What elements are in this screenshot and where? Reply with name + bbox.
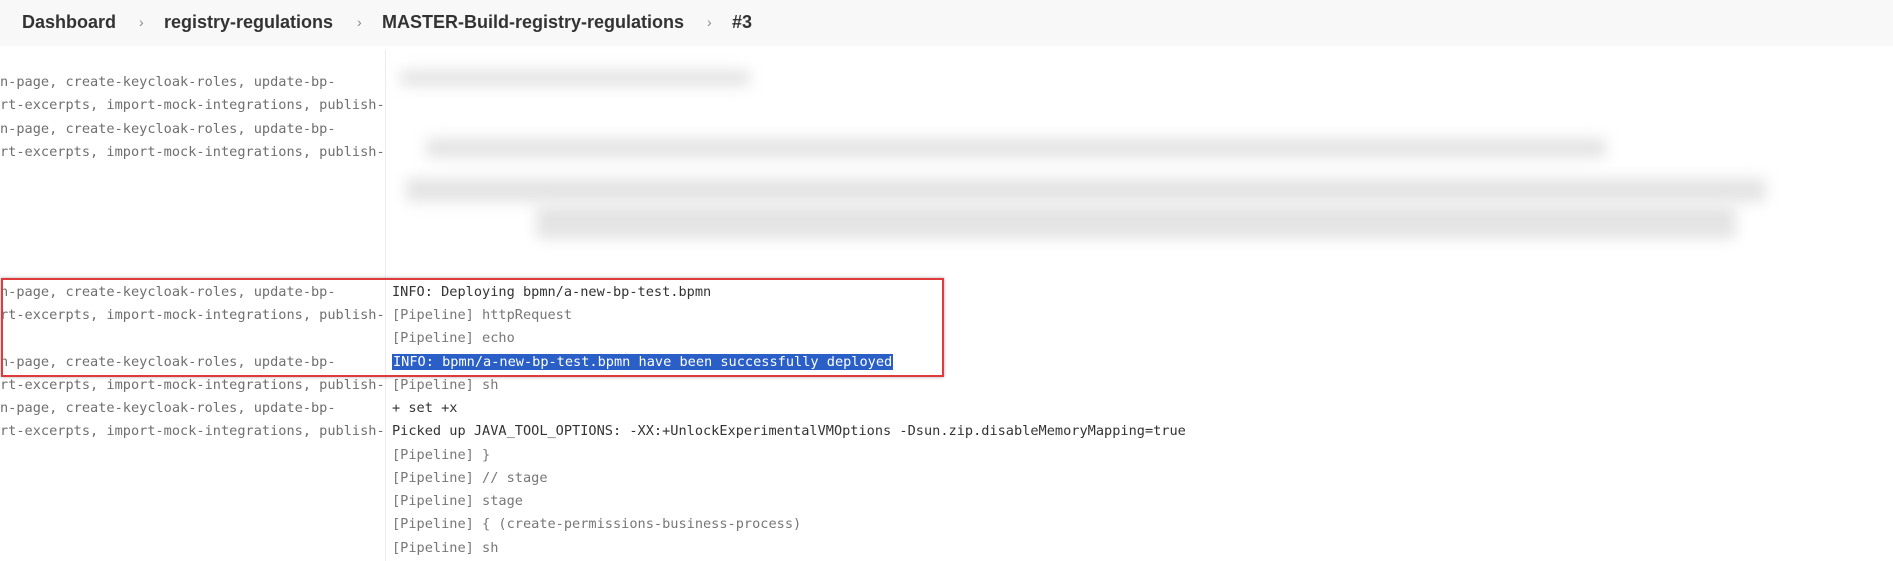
stage-list-line: rt-excerpts, import-mock-integrations, p… — [0, 97, 385, 113]
stage-list-line: rt-excerpts, import-mock-integrations, p… — [0, 423, 385, 439]
breadcrumb-master-build-link[interactable]: MASTER-Build-registry-regulations — [382, 12, 684, 33]
breadcrumb-separator: › — [139, 14, 144, 30]
stage-list-line: n-page, create-keycloak-roles, update-bp… — [0, 400, 336, 416]
redacted-block — [536, 205, 1736, 239]
stage-list-line: rt-excerpts, import-mock-integrations, p… — [0, 377, 385, 393]
console-line: [Pipeline] { (create-permissions-busines… — [392, 516, 802, 532]
breadcrumb-separator: › — [357, 14, 362, 30]
console-line: [Pipeline] sh — [392, 540, 499, 556]
breadcrumb-registry-regulations-link[interactable]: registry-regulations — [164, 12, 333, 33]
annotation-highlight-box — [1, 278, 944, 377]
breadcrumb-build-number-link[interactable]: #3 — [732, 12, 752, 33]
console-line: [Pipeline] sh — [392, 377, 499, 393]
stage-list-line: n-page, create-keycloak-roles, update-bp… — [0, 121, 336, 137]
console-line: [Pipeline] } — [392, 447, 491, 463]
breadcrumb-dashboard-link[interactable]: Dashboard — [22, 12, 116, 33]
console-line: [Pipeline] stage — [392, 493, 523, 509]
console-line: [Pipeline] // stage — [392, 470, 548, 486]
breadcrumb-separator: › — [707, 14, 712, 30]
stage-list-line: rt-excerpts, import-mock-integrations, p… — [0, 144, 385, 160]
redacted-block — [406, 178, 1766, 202]
redacted-block — [400, 70, 750, 86]
console-line: + set +x — [392, 400, 458, 416]
stage-list-line: n-page, create-keycloak-roles, update-bp… — [0, 74, 336, 90]
console-line: Picked up JAVA_TOOL_OPTIONS: -XX:+Unlock… — [392, 423, 1186, 439]
breadcrumb: Dashboard › registry-regulations › MASTE… — [0, 0, 1893, 46]
redacted-block — [426, 138, 1606, 158]
